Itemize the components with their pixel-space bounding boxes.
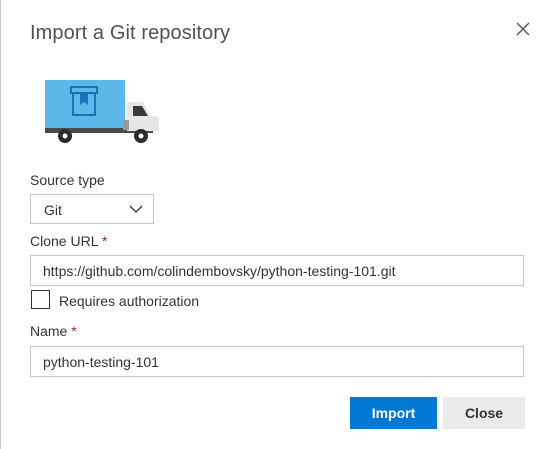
name-label-text: Name: [30, 323, 68, 339]
required-marker: *: [101, 233, 108, 249]
truck-cab: [127, 102, 159, 131]
dialog-title: Import a Git repository: [30, 22, 231, 44]
source-type-value: Git: [44, 202, 62, 218]
source-type-dropdown[interactable]: Git: [30, 194, 154, 224]
import-repository-dialog: Import a Git repository Source type Git: [0, 0, 550, 449]
clone-url-input[interactable]: [30, 255, 524, 286]
name-label: Name *: [30, 323, 77, 339]
source-type-label: Source type: [30, 172, 105, 188]
close-icon[interactable]: [512, 18, 534, 40]
close-button[interactable]: Close: [443, 397, 525, 429]
required-marker: *: [71, 323, 77, 339]
name-input[interactable]: [30, 346, 524, 377]
clone-url-label-text: Clone URL: [30, 233, 98, 249]
requires-authorization-label[interactable]: Requires authorization: [59, 293, 199, 309]
import-button[interactable]: Import: [350, 397, 437, 429]
truck-illustration: [45, 80, 159, 143]
chevron-down-icon: [129, 205, 143, 213]
requires-authorization-checkbox[interactable]: [31, 290, 50, 309]
clone-url-label: Clone URL *: [30, 233, 107, 249]
